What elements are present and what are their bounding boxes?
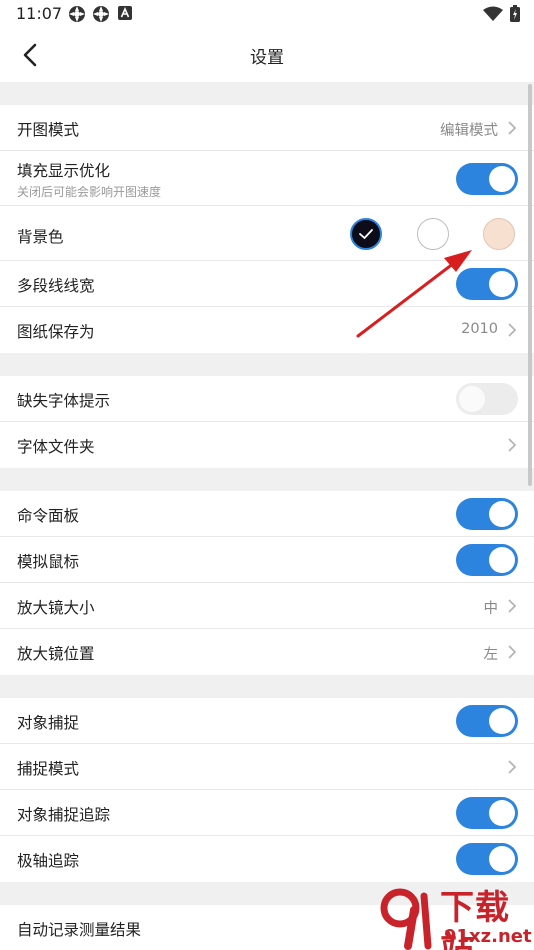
wifi-icon (482, 6, 503, 21)
simulated-mouse-toggle[interactable] (456, 544, 518, 576)
chevron-right-icon (508, 121, 517, 135)
section-gap (0, 675, 534, 698)
setting-magnifier-position[interactable]: 放大镜位置 左 (0, 629, 534, 675)
setting-label: 对象捕捉 (17, 714, 80, 732)
setting-label: 对象捕捉追踪 (17, 806, 111, 824)
setting-value: 中 (483, 601, 499, 617)
missing-font-toggle[interactable] (456, 383, 518, 415)
command-panel-toggle[interactable] (456, 498, 518, 530)
toggle-knob (489, 800, 515, 826)
setting-subtitle: 关闭后可能会影响开图速度 (17, 185, 162, 199)
battery-icon (510, 5, 520, 22)
setting-label: 捕捉模式 (17, 760, 80, 778)
watermark: 下载站 91xz.net (378, 888, 534, 950)
setting-font-folder[interactable]: 字体文件夹 (0, 422, 534, 468)
section-gap (0, 353, 534, 376)
setting-polar-tracking: 极轴追踪 (0, 836, 534, 882)
setting-label: 放大镜位置 (17, 645, 95, 663)
app-bar: 设置 (0, 28, 534, 82)
watermark-url: 91xz.net (444, 926, 532, 947)
setting-fill-display: 填充显示优化 关闭后可能会影响开图速度 (0, 151, 534, 206)
chevron-right-icon (508, 645, 517, 659)
toggle-knob (489, 846, 515, 872)
chevron-right-icon (508, 760, 517, 774)
polar-tracking-toggle[interactable] (456, 843, 518, 875)
toggle-knob (489, 547, 515, 573)
swatch-peach[interactable] (483, 218, 515, 250)
toggle-knob (489, 271, 515, 297)
setting-label: 开图模式 (17, 121, 80, 139)
setting-label: 字体文件夹 (17, 438, 95, 456)
setting-label: 模拟鼠标 (17, 553, 80, 571)
setting-label: 背景色 (17, 228, 64, 246)
setting-snap-mode[interactable]: 捕捉模式 (0, 744, 534, 790)
setting-open-mode[interactable]: 开图模式 编辑模式 (0, 105, 534, 151)
toggle-knob (489, 501, 515, 527)
setting-label: 极轴追踪 (17, 852, 80, 870)
page-title: 设置 (250, 48, 284, 68)
setting-label: 填充显示优化 (17, 162, 111, 180)
chevron-right-icon (508, 323, 517, 337)
setting-value: 左 (483, 647, 499, 663)
setting-label: 多段线线宽 (17, 277, 95, 295)
a-icon (118, 6, 132, 20)
app-icon (93, 6, 109, 22)
setting-value: 编辑模式 (440, 123, 498, 139)
chevron-right-icon (508, 599, 517, 613)
setting-label: 命令面板 (17, 507, 80, 525)
chevron-right-icon (508, 438, 517, 452)
annotation-arrow-icon (356, 250, 472, 338)
status-bar: 11:07 (0, 0, 534, 28)
settings-list: 开图模式 编辑模式 填充显示优化 关闭后可能会影响开图速度 背景色 多段线线宽 … (0, 82, 534, 950)
setting-label: 自动记录测量结果 (17, 921, 142, 939)
setting-object-snap: 对象捕捉 (0, 698, 534, 744)
setting-label: 放大镜大小 (17, 599, 95, 617)
app-icon (69, 6, 85, 22)
fill-display-toggle[interactable] (456, 163, 518, 195)
setting-missing-font: 缺失字体提示 (0, 376, 534, 422)
scrollbar[interactable] (528, 84, 532, 486)
object-snap-toggle[interactable] (456, 705, 518, 737)
setting-label: 缺失字体提示 (17, 392, 111, 410)
status-time: 11:07 (16, 4, 63, 23)
status-right (482, 5, 520, 26)
section-gap (0, 468, 534, 491)
section-gap (0, 82, 534, 105)
watermark-logo-icon (380, 888, 432, 950)
setting-snap-tracking: 对象捕捉追踪 (0, 790, 534, 836)
setting-simulated-mouse: 模拟鼠标 (0, 537, 534, 583)
setting-command-panel: 命令面板 (0, 491, 534, 537)
setting-label: 图纸保存为 (17, 323, 95, 341)
toggle-knob (489, 166, 515, 192)
toggle-knob (459, 386, 485, 412)
toggle-knob (489, 708, 515, 734)
setting-magnifier-size[interactable]: 放大镜大小 中 (0, 583, 534, 629)
snap-tracking-toggle[interactable] (456, 797, 518, 829)
